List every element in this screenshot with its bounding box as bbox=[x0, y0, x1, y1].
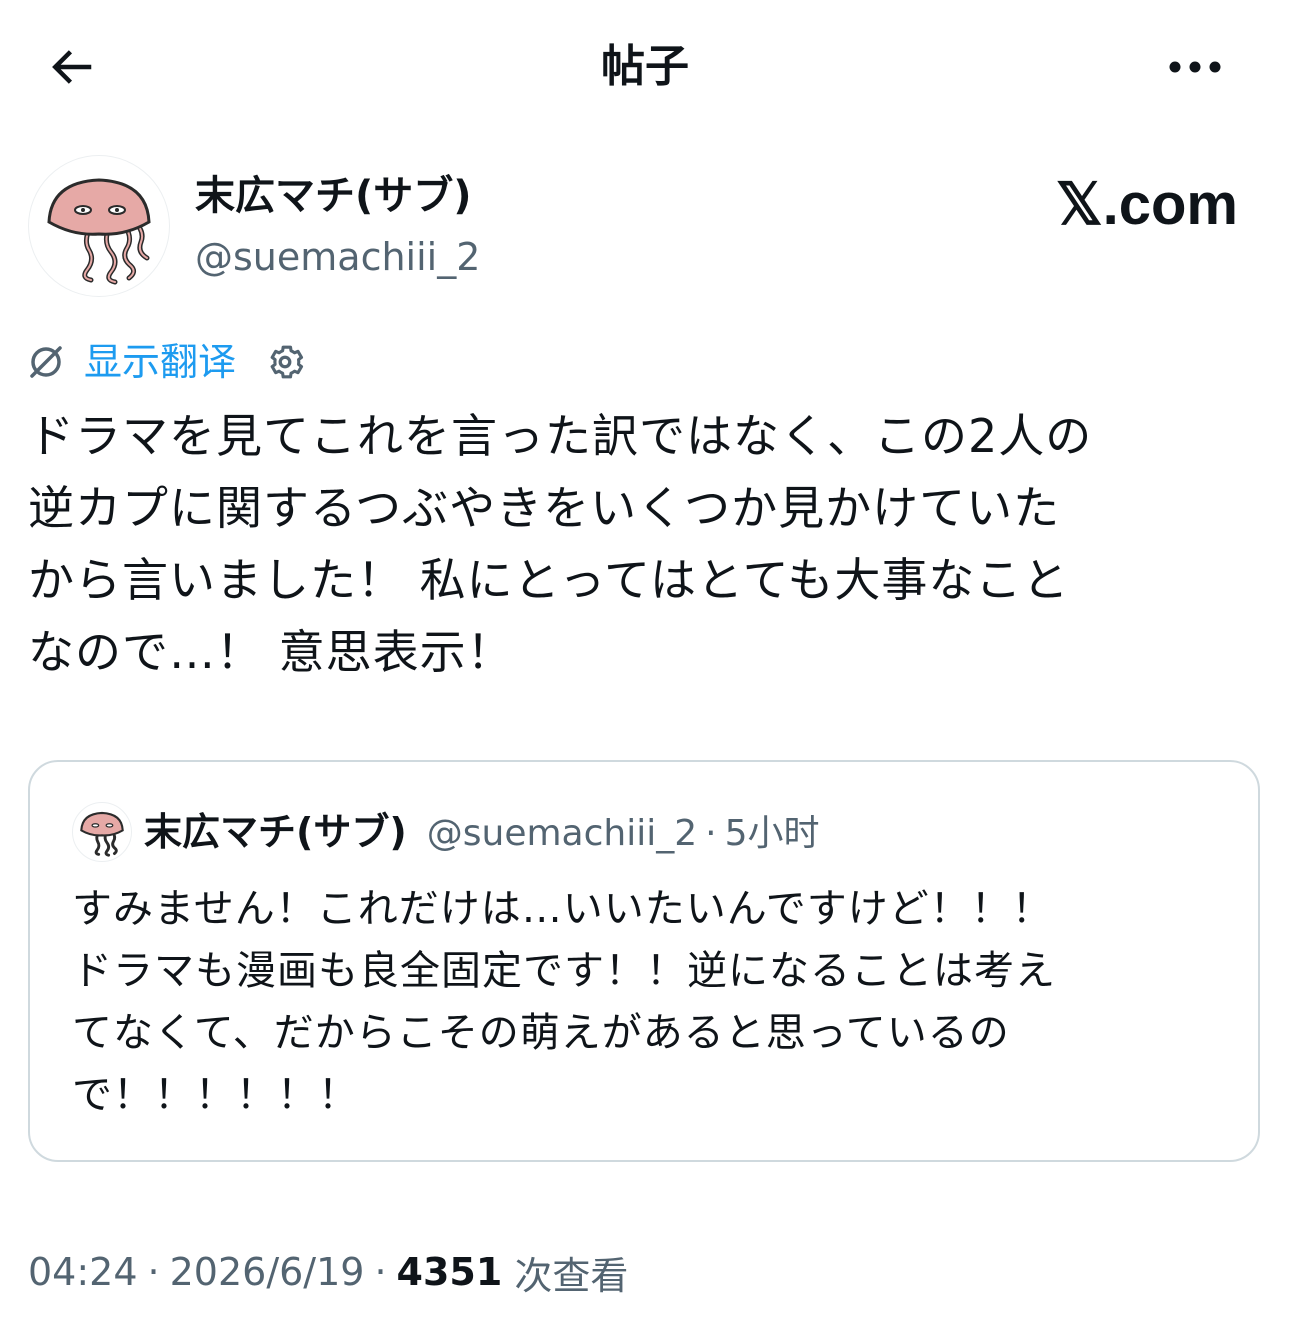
show-translation-link[interactable]: 显示翻译 bbox=[84, 337, 236, 387]
views-label: 次查看 bbox=[514, 1253, 629, 1298]
quoted-author-avatar bbox=[72, 802, 132, 862]
x-com-watermark: 𝕏.com bbox=[1055, 172, 1238, 237]
translate-row: 显示翻译 bbox=[26, 334, 308, 390]
quoted-text-line: てなくて、だからこその萌えがあると思っているの bbox=[72, 1010, 1010, 1056]
author-handle[interactable]: @suemachiii_2 bbox=[195, 232, 480, 282]
separator-dot: · bbox=[374, 1250, 387, 1294]
gear-icon[interactable] bbox=[262, 339, 308, 385]
translate-icon bbox=[26, 342, 66, 382]
more-options-button[interactable] bbox=[1162, 40, 1228, 94]
top-bar: 帖子 bbox=[0, 0, 1290, 130]
post-time[interactable]: 04:24 bbox=[28, 1250, 138, 1294]
page-title: 帖子 bbox=[601, 41, 689, 92]
quoted-post-time: 5小时 bbox=[724, 813, 820, 854]
post-text-line: から言いました！ 私にとってはとても大事なこと bbox=[28, 553, 1070, 607]
jellyfish-avatar-image bbox=[80, 811, 124, 857]
post-text-line: ドラマを見てこれを言った訳ではなく、この2人の bbox=[28, 409, 1093, 463]
author-display-name[interactable]: 末広マチ(サブ) bbox=[195, 170, 472, 222]
more-horizontal-icon bbox=[1169, 61, 1221, 73]
quoted-post-header: 末広マチ(サブ) @suemachiii_2 · 5小时 bbox=[144, 806, 819, 860]
post-text: ドラマを見てこれを言った訳ではなく、この2人の 逆カプに関するつぶやきをいくつか… bbox=[28, 400, 1268, 688]
quoted-post-text: すみません！これだけは…いいたいんですけど！！！ ドラマも漫画も良全固定です！！… bbox=[72, 878, 1232, 1126]
quoted-post-card[interactable]: 末広マチ(サブ) @suemachiii_2 · 5小时 すみません！これだけは… bbox=[28, 760, 1260, 1162]
author-avatar[interactable] bbox=[28, 155, 170, 297]
quoted-text-line: ドラマも漫画も良全固定です！！逆になることは考え bbox=[72, 948, 1056, 994]
views-count[interactable]: 4351 bbox=[397, 1250, 503, 1294]
post-date[interactable]: 2026/6/19 bbox=[170, 1250, 365, 1294]
post-meta: 04:24 · 2026/6/19 · 4351 次查看 bbox=[28, 1244, 628, 1300]
quoted-text-line: すみません！これだけは…いいたいんですけど！！！ bbox=[72, 886, 1053, 932]
separator-dot: · bbox=[705, 813, 717, 854]
post-text-line: 逆カプに関するつぶやきをいくつか見かけていた bbox=[28, 481, 1061, 535]
post-text-line: なので…！ 意思表示！ bbox=[28, 625, 514, 679]
separator-dot: · bbox=[147, 1250, 160, 1294]
jellyfish-avatar-image bbox=[47, 178, 151, 285]
quoted-text-line: で！！！！！！ bbox=[72, 1072, 359, 1118]
quoted-author-handle: @suemachiii_2 bbox=[426, 813, 698, 854]
quoted-author-display-name: 末広マチ(サブ) bbox=[144, 810, 407, 854]
